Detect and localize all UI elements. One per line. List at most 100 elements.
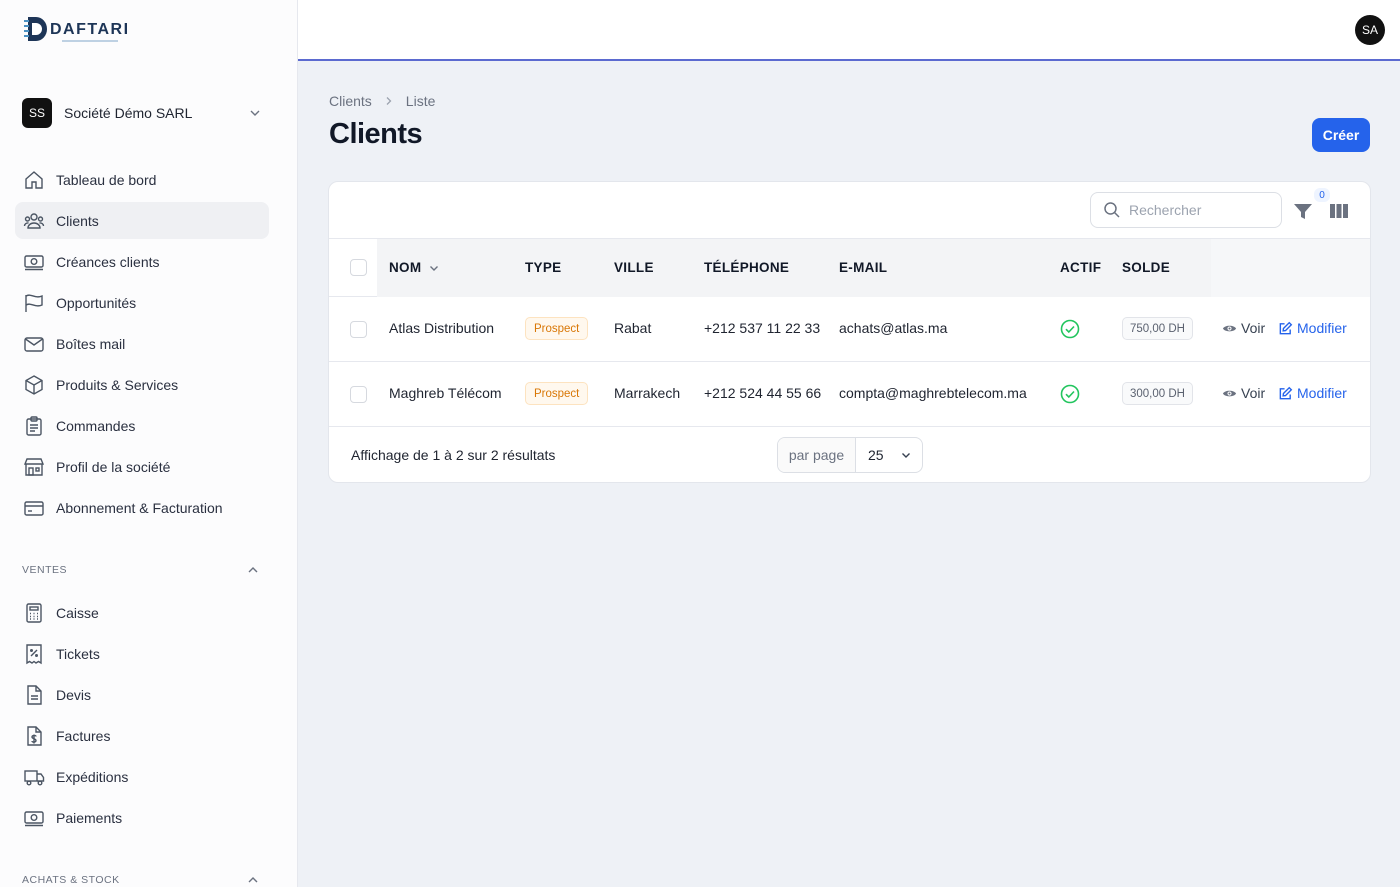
sidebar-item-opportunities[interactable]: Opportunités (15, 284, 269, 321)
breadcrumb-current: Liste (405, 93, 436, 109)
column-header-city: VILLE (614, 260, 654, 275)
sidebar-item-label: Clients (56, 212, 99, 229)
column-header-balance: SOLDE (1122, 260, 1171, 275)
home-icon (25, 170, 43, 189)
calculator-icon (26, 602, 42, 623)
user-avatar[interactable]: SA (1355, 15, 1385, 45)
store-icon (23, 457, 45, 476)
sidebar-item-devis[interactable]: Devis (15, 676, 269, 713)
cash-icon (24, 810, 44, 826)
sidebar-item-receivables[interactable]: Créances clients (15, 243, 269, 280)
chevron-down-icon (902, 453, 910, 458)
section-label: VENTES (22, 564, 68, 576)
per-page-select[interactable]: 25 (856, 438, 922, 472)
row-checkbox[interactable] (350, 386, 367, 403)
per-page-label: par page (778, 438, 856, 472)
topbar: SA (298, 0, 1400, 61)
sidebar-item-orders[interactable]: Commandes (15, 407, 269, 444)
balance-badge: 750,00 DH (1122, 317, 1193, 340)
column-header-phone: TÉLÉPHONE (704, 260, 790, 275)
daftari-logo-icon (24, 17, 47, 41)
credit-card-icon (24, 500, 44, 516)
sidebar-item-label: Caisse (56, 604, 99, 621)
sidebar-item-tickets[interactable]: Tickets (15, 635, 269, 672)
cube-icon (25, 374, 43, 395)
clients-table-card: 0 NOM TYPE VILLE TÉLÉPHONE E-MAIL ACTIF … (328, 181, 1371, 483)
sidebar: DAFTARI SS Société Démo SARL Tableau de … (0, 0, 298, 887)
flag-icon (25, 293, 43, 312)
search-input[interactable] (1129, 202, 1269, 218)
per-page-value: 25 (868, 447, 884, 463)
sidebar-item-company-profile[interactable]: Profil de la société (15, 448, 269, 485)
chevron-up-icon (248, 877, 258, 883)
results-summary: Affichage de 1 à 2 sur 2 résultats (351, 447, 556, 463)
section-ventes-header[interactable]: VENTES (22, 563, 260, 577)
receipt-icon (26, 643, 42, 664)
chevron-up-icon (248, 567, 258, 573)
sidebar-item-mailboxes[interactable]: Boîtes mail (15, 325, 269, 362)
section-achats-header[interactable]: ACHATS & STOCK (22, 873, 260, 887)
sidebar-item-label: Tableau de bord (56, 171, 157, 188)
section-label: ACHATS & STOCK (22, 874, 120, 886)
company-avatar: SS (22, 98, 52, 128)
mail-icon (24, 336, 44, 352)
app-logo[interactable]: DAFTARI (22, 14, 130, 44)
company-switcher[interactable]: SS Société Démo SARL (22, 97, 266, 129)
chevron-down-icon (430, 265, 439, 271)
sidebar-item-billing[interactable]: Abonnement & Facturation (15, 489, 269, 526)
table-header-actions-background (1211, 239, 1370, 297)
client-name: Atlas Distribution (389, 320, 495, 336)
edit-button[interactable]: Modifier (1278, 320, 1347, 336)
columns-icon[interactable] (1329, 201, 1349, 221)
edit-button[interactable]: Modifier (1278, 385, 1347, 401)
search-box (1090, 192, 1282, 228)
sidebar-item-label: Devis (56, 686, 92, 703)
filter-icon[interactable] (1292, 200, 1314, 222)
sidebar-item-label: Tickets (56, 645, 100, 662)
breadcrumb-link-clients[interactable]: Clients (329, 93, 372, 109)
sidebar-item-factures[interactable]: Factures (15, 717, 269, 754)
client-email: achats@atlas.ma (839, 320, 948, 336)
select-all-checkbox[interactable] (350, 259, 367, 276)
type-badge: Prospect (525, 317, 589, 340)
table-row[interactable]: Atlas Distribution Prospect Rabat +212 5… (329, 297, 1370, 362)
sidebar-item-dashboard[interactable]: Tableau de bord (15, 161, 269, 198)
client-city: Marrakech (614, 385, 681, 401)
sidebar-item-label: Factures (56, 727, 111, 744)
client-city: Rabat (614, 320, 652, 336)
table-header: NOM TYPE VILLE TÉLÉPHONE E-MAIL ACTIF SO… (329, 239, 1370, 297)
sidebar-item-caisse[interactable]: Caisse (15, 594, 269, 631)
money-icon (24, 254, 44, 270)
client-email: compta@maghrebtelecom.ma (839, 385, 1027, 401)
sidebar-item-label: Créances clients (56, 253, 160, 270)
column-header-name[interactable]: NOM (389, 260, 440, 275)
check-circle-icon (1060, 384, 1080, 404)
sidebar-item-label: Abonnement & Facturation (56, 499, 223, 516)
view-button[interactable]: Voir (1222, 320, 1265, 336)
sidebar-item-paiements[interactable]: Paiements (15, 799, 269, 836)
sidebar-item-products[interactable]: Produits & Services (15, 366, 269, 403)
create-button[interactable]: Créer (1312, 118, 1370, 152)
search-icon (1104, 202, 1120, 218)
chevron-right-icon (386, 97, 392, 105)
table-toolbar: 0 (329, 182, 1370, 239)
chevron-down-icon (250, 110, 260, 116)
edit-label: Modifier (1297, 385, 1347, 401)
sidebar-item-expeditions[interactable]: Expéditions (15, 758, 269, 795)
column-header-active: ACTIF (1060, 260, 1102, 275)
row-checkbox[interactable] (350, 321, 367, 338)
view-button[interactable]: Voir (1222, 385, 1265, 401)
sidebar-item-label: Commandes (56, 417, 136, 434)
sidebar-item-label: Paiements (56, 809, 123, 826)
client-phone: +212 537 11 22 33 (704, 320, 821, 336)
edit-icon (1279, 386, 1293, 399)
sidebar-item-label: Produits & Services (56, 376, 179, 393)
main-nav: Tableau de bord Clients Créances clients… (15, 161, 269, 530)
check-circle-icon (1060, 319, 1080, 339)
view-label: Voir (1241, 385, 1266, 401)
column-header-email: E-MAIL (839, 260, 888, 275)
table-row[interactable]: Maghreb Télécom Prospect Marrakech +212 … (329, 362, 1370, 427)
sidebar-item-clients[interactable]: Clients (15, 202, 269, 239)
users-icon (23, 212, 45, 229)
logo-text: DAFTARI (50, 21, 130, 38)
